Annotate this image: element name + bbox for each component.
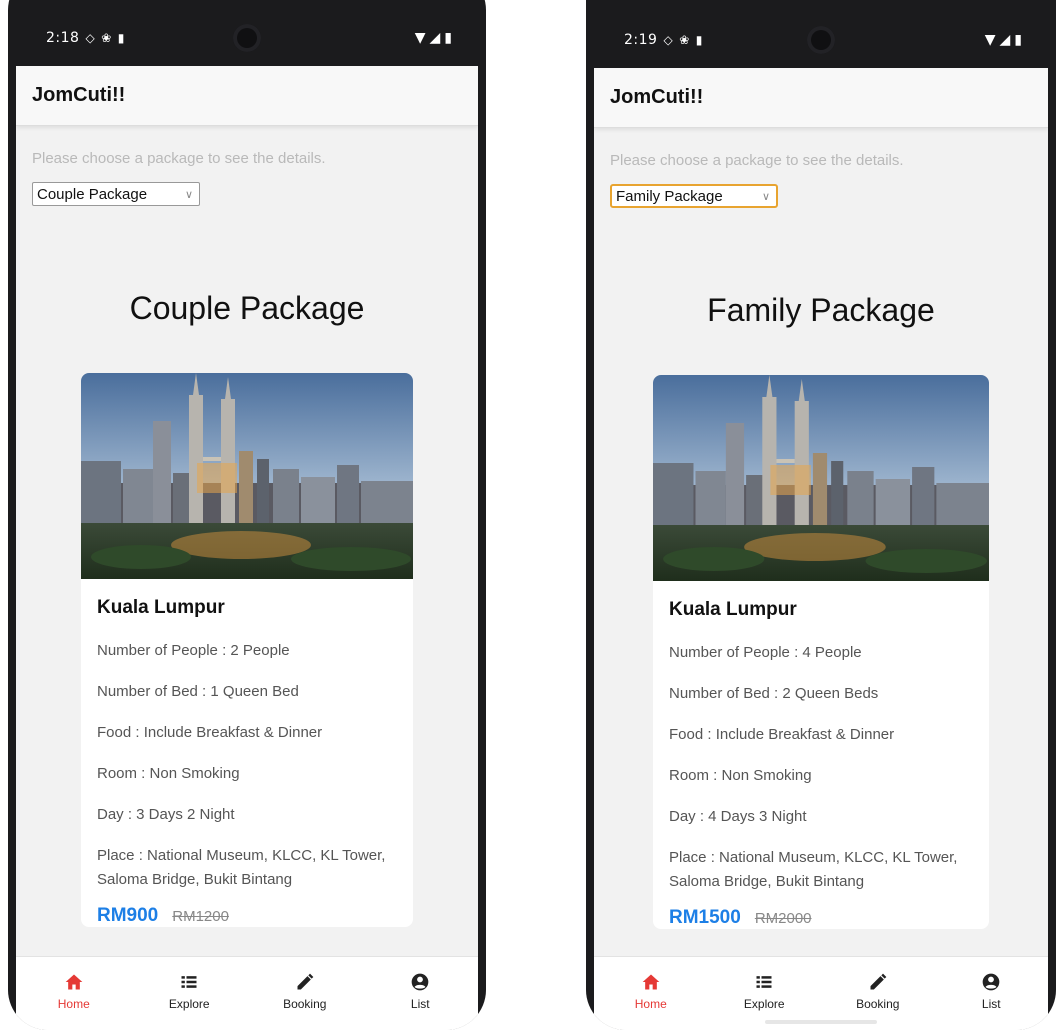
shield-icon: ◇ [663,33,674,47]
signal-icon: ◢ [429,30,441,46]
kuala-lumpur-photo [653,375,989,581]
nav-home[interactable]: Home [611,971,691,1011]
kuala-lumpur-photo [81,373,413,579]
wifi-icon: ▼ [984,32,996,48]
nav-explore[interactable]: Explore [724,971,804,1011]
price-original: RM1200 [172,908,229,925]
detail-day: Day : 3 Days 2 Night [97,806,235,823]
sd-card-icon: ▮ [117,31,125,45]
package-select[interactable]: Couple Package ∨ [32,182,200,206]
account-circle-icon [981,971,1001,993]
list-icon [754,971,774,993]
package-details: Kuala Lumpur Number of People : 4 People… [653,581,989,929]
package-select-value: Couple Package [37,185,148,203]
city-name: Kuala Lumpur [97,597,225,618]
phone-screen-couple: 2:18 ◇ ❀ ▮ ▼ ◢ ▮ JomCuti!! Please choose… [8,0,486,1030]
nav-home-label: Home [634,997,667,1011]
account-circle-icon [410,971,430,993]
detail-place: Place : National Museum, KLCC, KL Tower,… [97,847,386,888]
package-details: Kuala Lumpur Number of People : 2 People… [81,579,413,927]
package-card: Kuala Lumpur Number of People : 4 People… [653,375,989,929]
detail-bed: Number of Bed : 2 Queen Beds [669,685,879,702]
detail-room: Room : Non Smoking [669,767,812,784]
nav-explore[interactable]: Explore [149,971,229,1011]
chevron-down-icon: ∨ [761,190,770,203]
nav-list[interactable]: List [951,971,1031,1011]
package-title: Couple Package [129,290,365,326]
nav-home[interactable]: Home [34,971,114,1011]
pencil-icon [868,971,888,993]
detail-day: Day : 4 Days 3 Night [669,808,807,825]
wifi-icon: ▼ [414,30,426,46]
home-icon [641,971,661,993]
status-time: 2:19 [624,32,658,48]
battery-icon: ▮ [1014,32,1022,48]
app-screen: JomCuti!! Please choose a package to see… [594,68,1048,1030]
price-original: RM2000 [754,910,812,927]
status-bar: 2:19 ◇ ❀ ▮ ▼ ◢ ▮ [586,0,1056,68]
phone-screen-family: 2:19 ◇ ❀ ▮ ▼ ◢ ▮ JomCuti!! Please choose… [586,0,1056,1030]
app-bar: JomCuti!! [594,68,1048,128]
price-current: RM1500 [669,907,741,928]
price-row: RM900 RM1200 [97,905,397,927]
status-bar: 2:18 ◇ ❀ ▮ ▼ ◢ ▮ [8,0,486,66]
package-card: Kuala Lumpur Number of People : 2 People… [81,373,413,927]
nav-booking[interactable]: Booking [265,971,345,1011]
app-title: JomCuti!! [32,84,126,106]
package-hint: Please choose a package to see the detai… [32,150,326,167]
signal-icon: ◢ [999,32,1011,48]
sd-card-icon: ▮ [695,33,703,47]
sync-icon: ❀ [679,33,690,47]
detail-food: Food : Include Breakfast & Dinner [669,726,895,743]
app-bar: JomCuti!! [16,66,478,126]
status-icons: ▼ ◢ ▮ [415,30,452,46]
nav-list-label: List [410,997,430,1011]
package-select[interactable]: Family Package ∨ [610,184,778,208]
status-icons: ▼ ◢ ▮ [985,32,1022,48]
detail-place: Place : National Museum, KLCC, KL Tower,… [669,849,958,890]
nav-explore-label: Explore [743,997,785,1011]
home-icon [64,971,84,993]
price-current: RM900 [97,905,159,926]
nav-booking-label: Booking [856,997,900,1011]
package-hint: Please choose a package to see the detai… [610,152,904,169]
bottom-navigation: Home Explore Booking List [594,956,1048,1030]
nav-list[interactable]: List [380,971,460,1011]
nav-booking-label: Booking [283,997,327,1011]
detail-bed: Number of Bed : 1 Queen Bed [97,683,299,700]
list-icon [179,971,199,993]
app-screen: JomCuti!! Please choose a package to see… [16,66,478,1030]
status-time-group: 2:18 ◇ ❀ ▮ [46,30,125,46]
shield-icon: ◇ [85,31,96,45]
city-name: Kuala Lumpur [669,599,797,620]
detail-people: Number of People : 4 People [669,644,862,661]
package-select-value: Family Package [616,187,723,205]
camera-icon [233,24,261,52]
camera-icon [807,26,835,54]
battery-icon: ▮ [444,30,452,46]
package-title: Family Package [707,292,935,328]
app-title: JomCuti!! [610,86,704,108]
detail-food: Food : Include Breakfast & Dinner [97,724,323,741]
detail-room: Room : Non Smoking [97,765,240,782]
nav-explore-label: Explore [168,997,210,1011]
nav-booking[interactable]: Booking [838,971,918,1011]
chevron-down-icon: ∨ [184,188,193,201]
status-time-group: 2:19 ◇ ❀ ▮ [624,32,703,48]
nav-list-label: List [981,997,1001,1011]
nav-home-label: Home [57,997,90,1011]
price-row: RM1500 RM2000 [669,907,973,929]
pencil-icon [295,971,315,993]
sync-icon: ❀ [101,31,112,45]
detail-people: Number of People : 2 People [97,642,290,659]
bottom-navigation: Home Explore Booking List [16,956,478,1030]
status-time: 2:18 [46,30,80,46]
